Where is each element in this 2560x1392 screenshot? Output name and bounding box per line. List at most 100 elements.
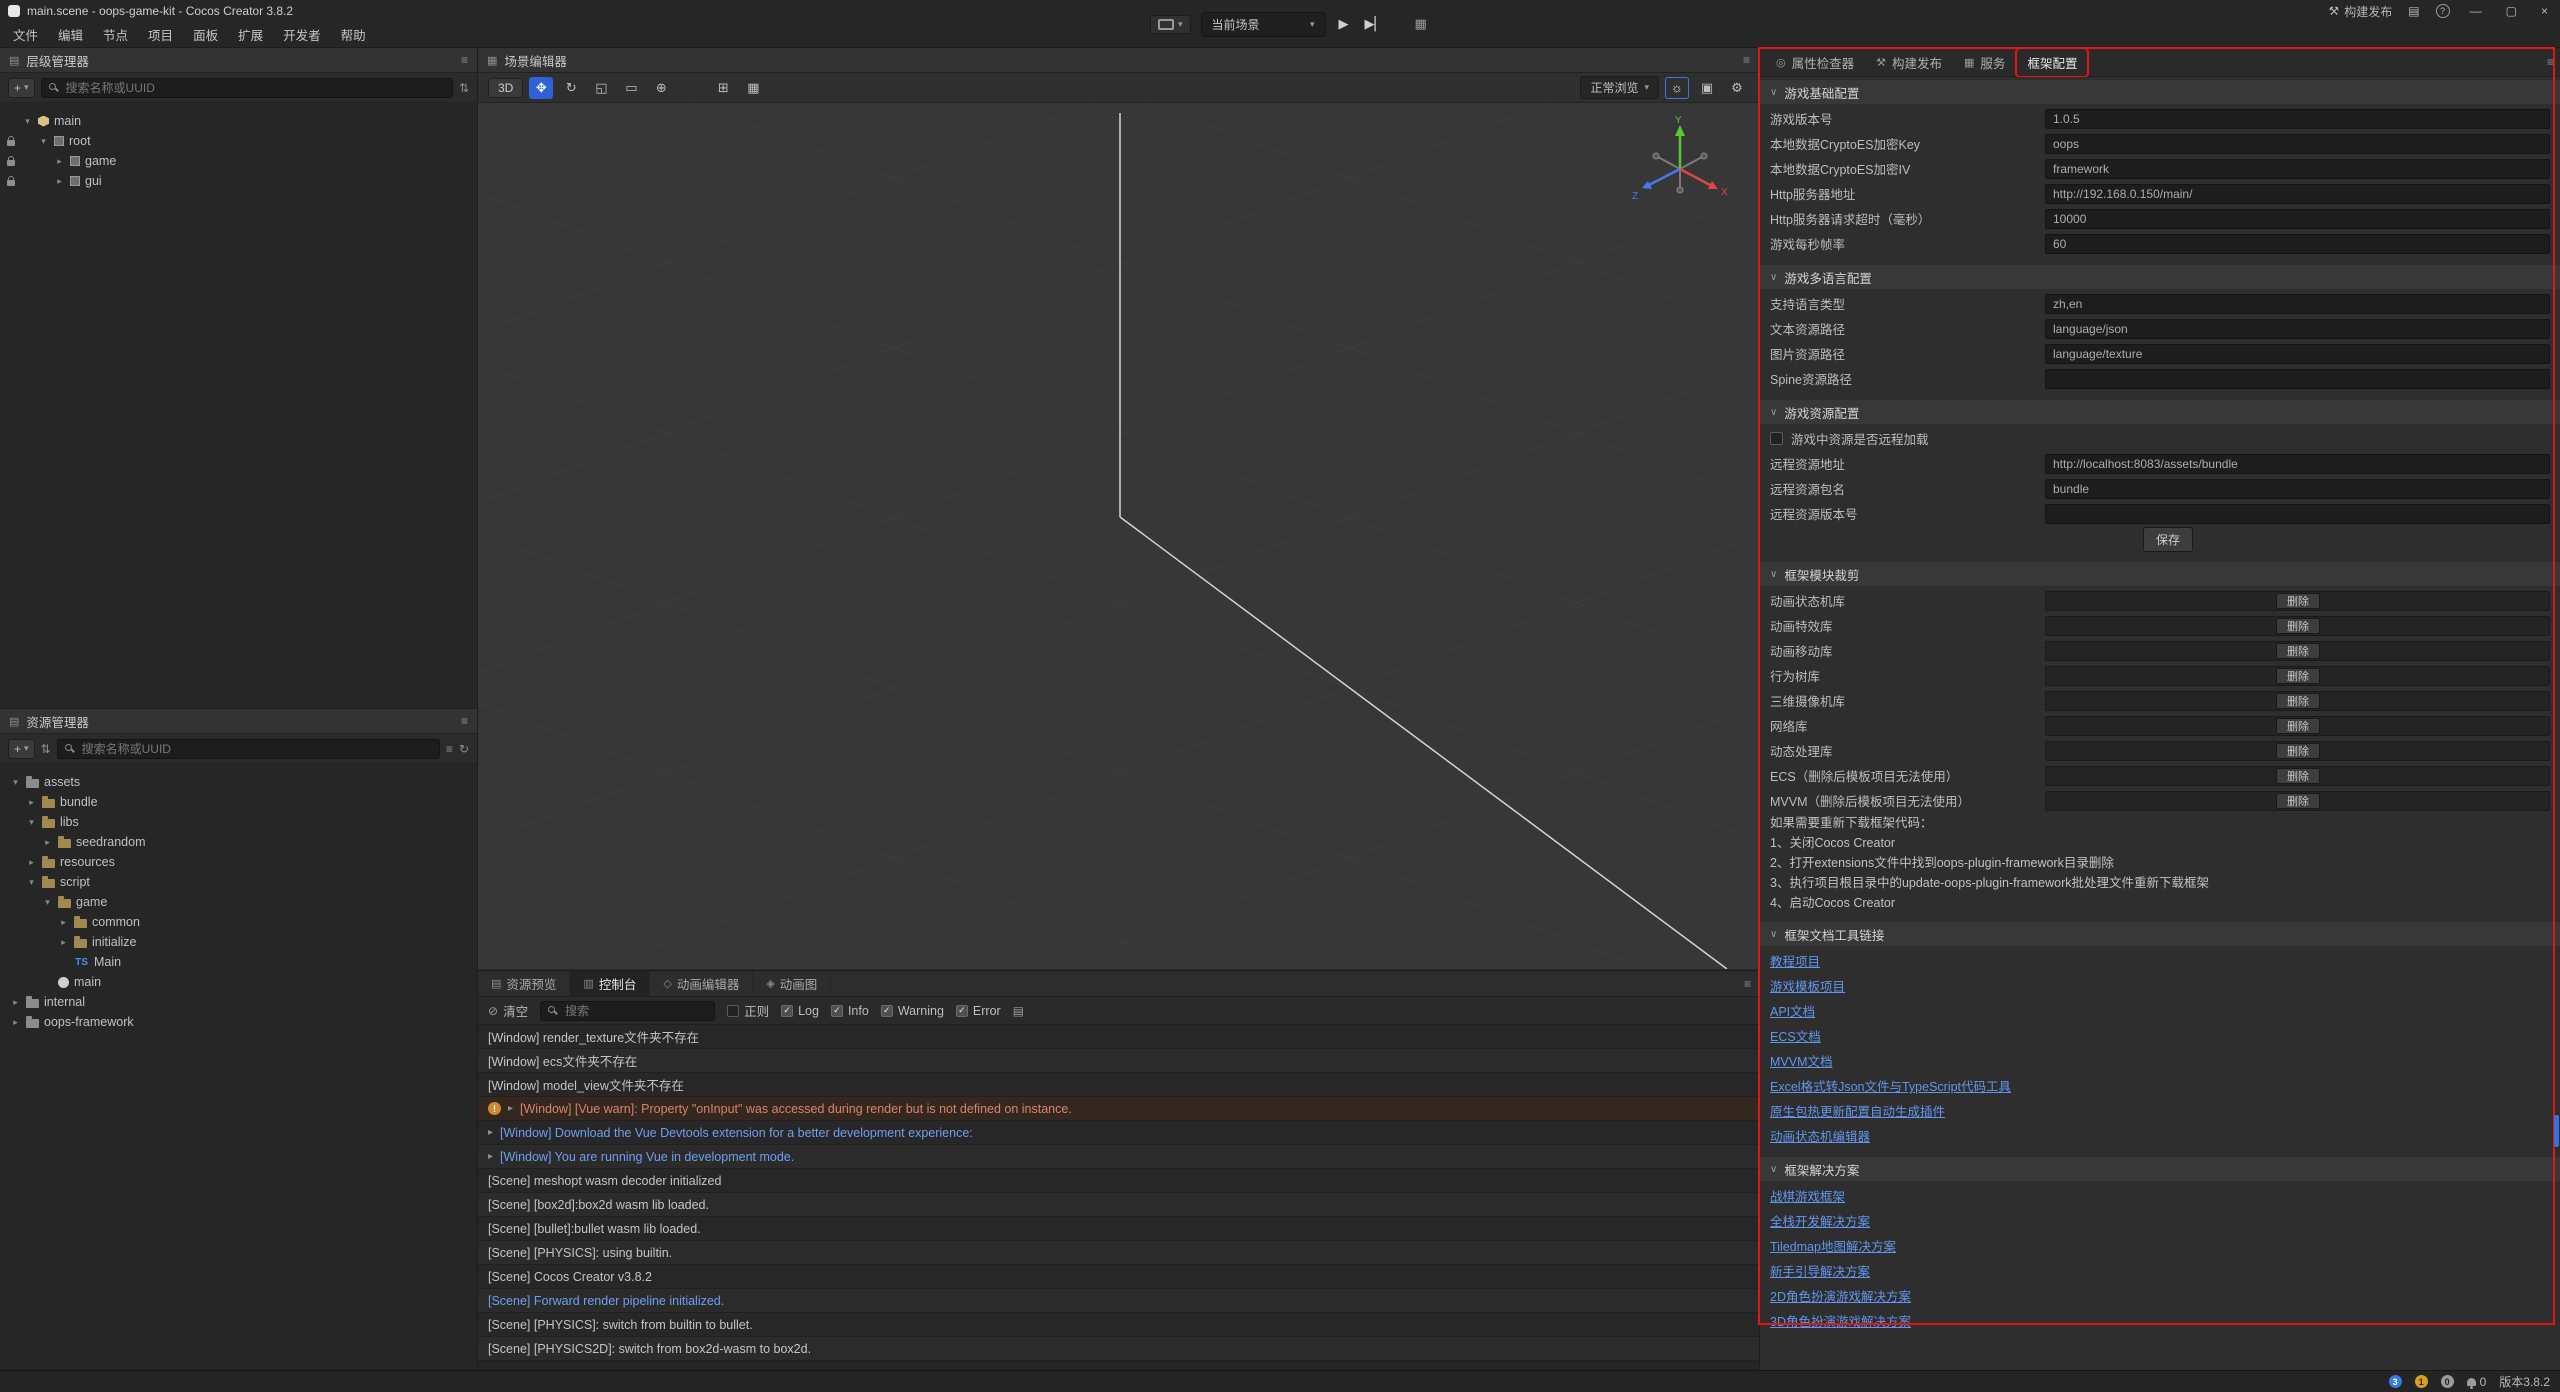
section-header[interactable]: ∨游戏多语言配置 bbox=[1760, 265, 2560, 289]
expand-arrow-icon[interactable]: ▸ bbox=[26, 857, 37, 868]
expand-arrow-icon[interactable]: ▸ bbox=[42, 837, 53, 848]
menu-item[interactable]: 帮助 bbox=[332, 22, 375, 47]
inspector-tab[interactable]: ⚒构建发布 bbox=[1866, 49, 1952, 76]
checkbox[interactable]: ✓ bbox=[956, 1005, 968, 1017]
maximize-button[interactable]: ▢ bbox=[2502, 4, 2521, 18]
tree-row[interactable]: ▸game bbox=[0, 151, 477, 171]
panel-menu-icon[interactable]: ≡ bbox=[2547, 55, 2554, 69]
console-tab[interactable]: ◈动画图 bbox=[753, 971, 831, 996]
filter-icon[interactable]: ≡ bbox=[446, 742, 453, 756]
expand-arrow-icon[interactable]: ▸ bbox=[508, 1103, 513, 1114]
doc-link[interactable]: 原生包热更新配置自动生成插件 bbox=[1770, 1101, 1945, 1120]
property-input[interactable] bbox=[2045, 294, 2550, 314]
lock-icon[interactable] bbox=[7, 160, 15, 166]
console-filter[interactable]: ✓Info bbox=[831, 1004, 869, 1018]
layout-icon[interactable]: ▦ bbox=[1412, 16, 1430, 32]
delete-button[interactable]: 删除 bbox=[2276, 643, 2320, 659]
expand-arrow-icon[interactable]: ▾ bbox=[26, 817, 37, 828]
console-log-row[interactable]: [Scene] Cocos Creator v3.8.2 bbox=[478, 1265, 1759, 1289]
current-scene-dropdown[interactable]: 当前场景 ▾ bbox=[1201, 12, 1326, 37]
console-log-row[interactable]: [Scene] meshopt wasm decoder initialized bbox=[478, 1169, 1759, 1193]
console-log-row[interactable]: ▸[Window] Download the Vue Devtools exte… bbox=[478, 1121, 1759, 1145]
step-button[interactable]: ▶▏ bbox=[1362, 16, 1388, 32]
property-input[interactable] bbox=[2045, 234, 2550, 254]
clear-console-button[interactable]: ⊘ 清空 bbox=[488, 1001, 528, 1020]
camera-settings-icon[interactable]: ▣ bbox=[1695, 77, 1719, 99]
doc-link[interactable]: Tiledmap地图解决方案 bbox=[1770, 1236, 1896, 1255]
property-input[interactable] bbox=[2045, 109, 2550, 129]
tree-row[interactable]: ▾game bbox=[0, 892, 477, 912]
grid-toggle-icon[interactable]: ▦ bbox=[741, 77, 765, 99]
expand-arrow-icon[interactable]: ▾ bbox=[26, 877, 37, 888]
console-log-row[interactable]: [Scene] [PHYSICS2D]: switch from box2d-w… bbox=[478, 1337, 1759, 1361]
panel-menu-icon[interactable]: ≡ bbox=[461, 714, 468, 728]
console-log-row[interactable]: ▸[Window] You are running Vue in develop… bbox=[478, 1145, 1759, 1169]
play-button[interactable]: ▶ bbox=[1336, 16, 1352, 32]
property-input[interactable] bbox=[2045, 479, 2550, 499]
property-input[interactable] bbox=[2045, 454, 2550, 474]
doc-link[interactable]: 新手引导解决方案 bbox=[1770, 1261, 1870, 1280]
menu-item[interactable]: 开发者 bbox=[274, 22, 330, 47]
delete-button[interactable]: 删除 bbox=[2276, 768, 2320, 784]
console-log-row[interactable]: [Scene] [PHYSICS]: using builtin. bbox=[478, 1241, 1759, 1265]
delete-button[interactable]: 删除 bbox=[2276, 693, 2320, 709]
tree-row[interactable]: ▸gui bbox=[0, 171, 477, 191]
scrollbar-thumb[interactable] bbox=[2554, 1115, 2559, 1147]
sort-icon[interactable]: ⇅ bbox=[41, 742, 51, 756]
mode-3d-button[interactable]: 3D bbox=[488, 78, 523, 98]
regex-toggle[interactable]: 正则 bbox=[727, 1001, 769, 1020]
inspector-tab[interactable]: ▦服务 bbox=[1954, 49, 2015, 76]
error-count-badge[interactable]: 0 bbox=[2441, 1375, 2454, 1388]
doc-link[interactable]: Excel格式转Json文件与TypeScript代码工具 bbox=[1770, 1076, 2011, 1095]
rect-tool-button[interactable]: ▭ bbox=[619, 77, 643, 99]
package-icon[interactable]: ▤ bbox=[2408, 4, 2419, 18]
property-input[interactable] bbox=[2045, 209, 2550, 229]
doc-link[interactable]: 战棋游戏框架 bbox=[1770, 1186, 1845, 1205]
add-node-button[interactable]: +▾ bbox=[8, 78, 35, 98]
delete-button[interactable]: 删除 bbox=[2276, 618, 2320, 634]
preview-target-dropdown[interactable]: ▾ bbox=[1150, 15, 1191, 34]
delete-button[interactable]: 删除 bbox=[2276, 793, 2320, 809]
inspector-tab[interactable]: ◎属性检查器 bbox=[1766, 49, 1864, 76]
doc-link[interactable]: ECS文档 bbox=[1770, 1026, 1821, 1045]
doc-link[interactable]: 动画状态机编辑器 bbox=[1770, 1126, 1870, 1145]
property-input[interactable] bbox=[2045, 344, 2550, 364]
checkbox[interactable] bbox=[1770, 432, 1783, 445]
section-header[interactable]: ∨框架解决方案 bbox=[1760, 1157, 2560, 1181]
checkbox[interactable]: ✓ bbox=[781, 1005, 793, 1017]
doc-link[interactable]: API文档 bbox=[1770, 1001, 1815, 1020]
menu-item[interactable]: 文件 bbox=[4, 22, 47, 47]
doc-link[interactable]: 全栈开发解决方案 bbox=[1770, 1211, 1870, 1230]
expand-arrow-icon[interactable]: ▸ bbox=[10, 1017, 21, 1028]
doc-link[interactable]: 游戏模板项目 bbox=[1770, 976, 1845, 995]
delete-button[interactable]: 删除 bbox=[2276, 593, 2320, 609]
build-publish-button[interactable]: ⚒ 构建发布 bbox=[2329, 3, 2393, 20]
console-search-input[interactable] bbox=[540, 1001, 715, 1021]
delete-button[interactable]: 删除 bbox=[2276, 743, 2320, 759]
property-input[interactable] bbox=[2045, 159, 2550, 179]
scene-viewport[interactable]: Y X Z bbox=[478, 103, 1759, 969]
lighting-toggle[interactable]: ☼ bbox=[1665, 77, 1689, 99]
checkbox[interactable] bbox=[727, 1005, 739, 1017]
expand-arrow-icon[interactable]: ▸ bbox=[58, 937, 69, 948]
expand-arrow-icon[interactable]: ▾ bbox=[42, 897, 53, 908]
doc-link[interactable]: 2D角色扮演游戏解决方案 bbox=[1770, 1286, 1911, 1305]
console-log-row[interactable]: [Window] render_texture文件夹不存在 bbox=[478, 1025, 1759, 1049]
console-filter[interactable]: ✓Error bbox=[956, 1004, 1001, 1018]
scale-tool-button[interactable]: ◱ bbox=[589, 77, 613, 99]
hierarchy-search-input[interactable] bbox=[41, 78, 453, 98]
menu-item[interactable]: 节点 bbox=[94, 22, 137, 47]
delete-button[interactable]: 删除 bbox=[2276, 718, 2320, 734]
property-input[interactable] bbox=[2045, 184, 2550, 204]
tree-row[interactable]: ▾assets bbox=[0, 772, 477, 792]
scene-gizmo-settings-icon[interactable]: ⚙ bbox=[1725, 77, 1749, 99]
console-tab[interactable]: ▥控制台 bbox=[570, 971, 650, 996]
menu-item[interactable]: 面板 bbox=[184, 22, 227, 47]
tree-row[interactable]: ▸seedrandom bbox=[0, 832, 477, 852]
move-tool-button[interactable]: ✥ bbox=[529, 77, 553, 99]
console-log-row[interactable]: [Scene] Forward render pipeline initiali… bbox=[478, 1289, 1759, 1313]
console-log-row[interactable]: [Window] model_view文件夹不存在 bbox=[478, 1073, 1759, 1097]
tree-row[interactable]: ▸oops-framework bbox=[0, 1012, 477, 1032]
tree-row[interactable]: main bbox=[0, 972, 477, 992]
lock-icon[interactable] bbox=[7, 140, 15, 146]
